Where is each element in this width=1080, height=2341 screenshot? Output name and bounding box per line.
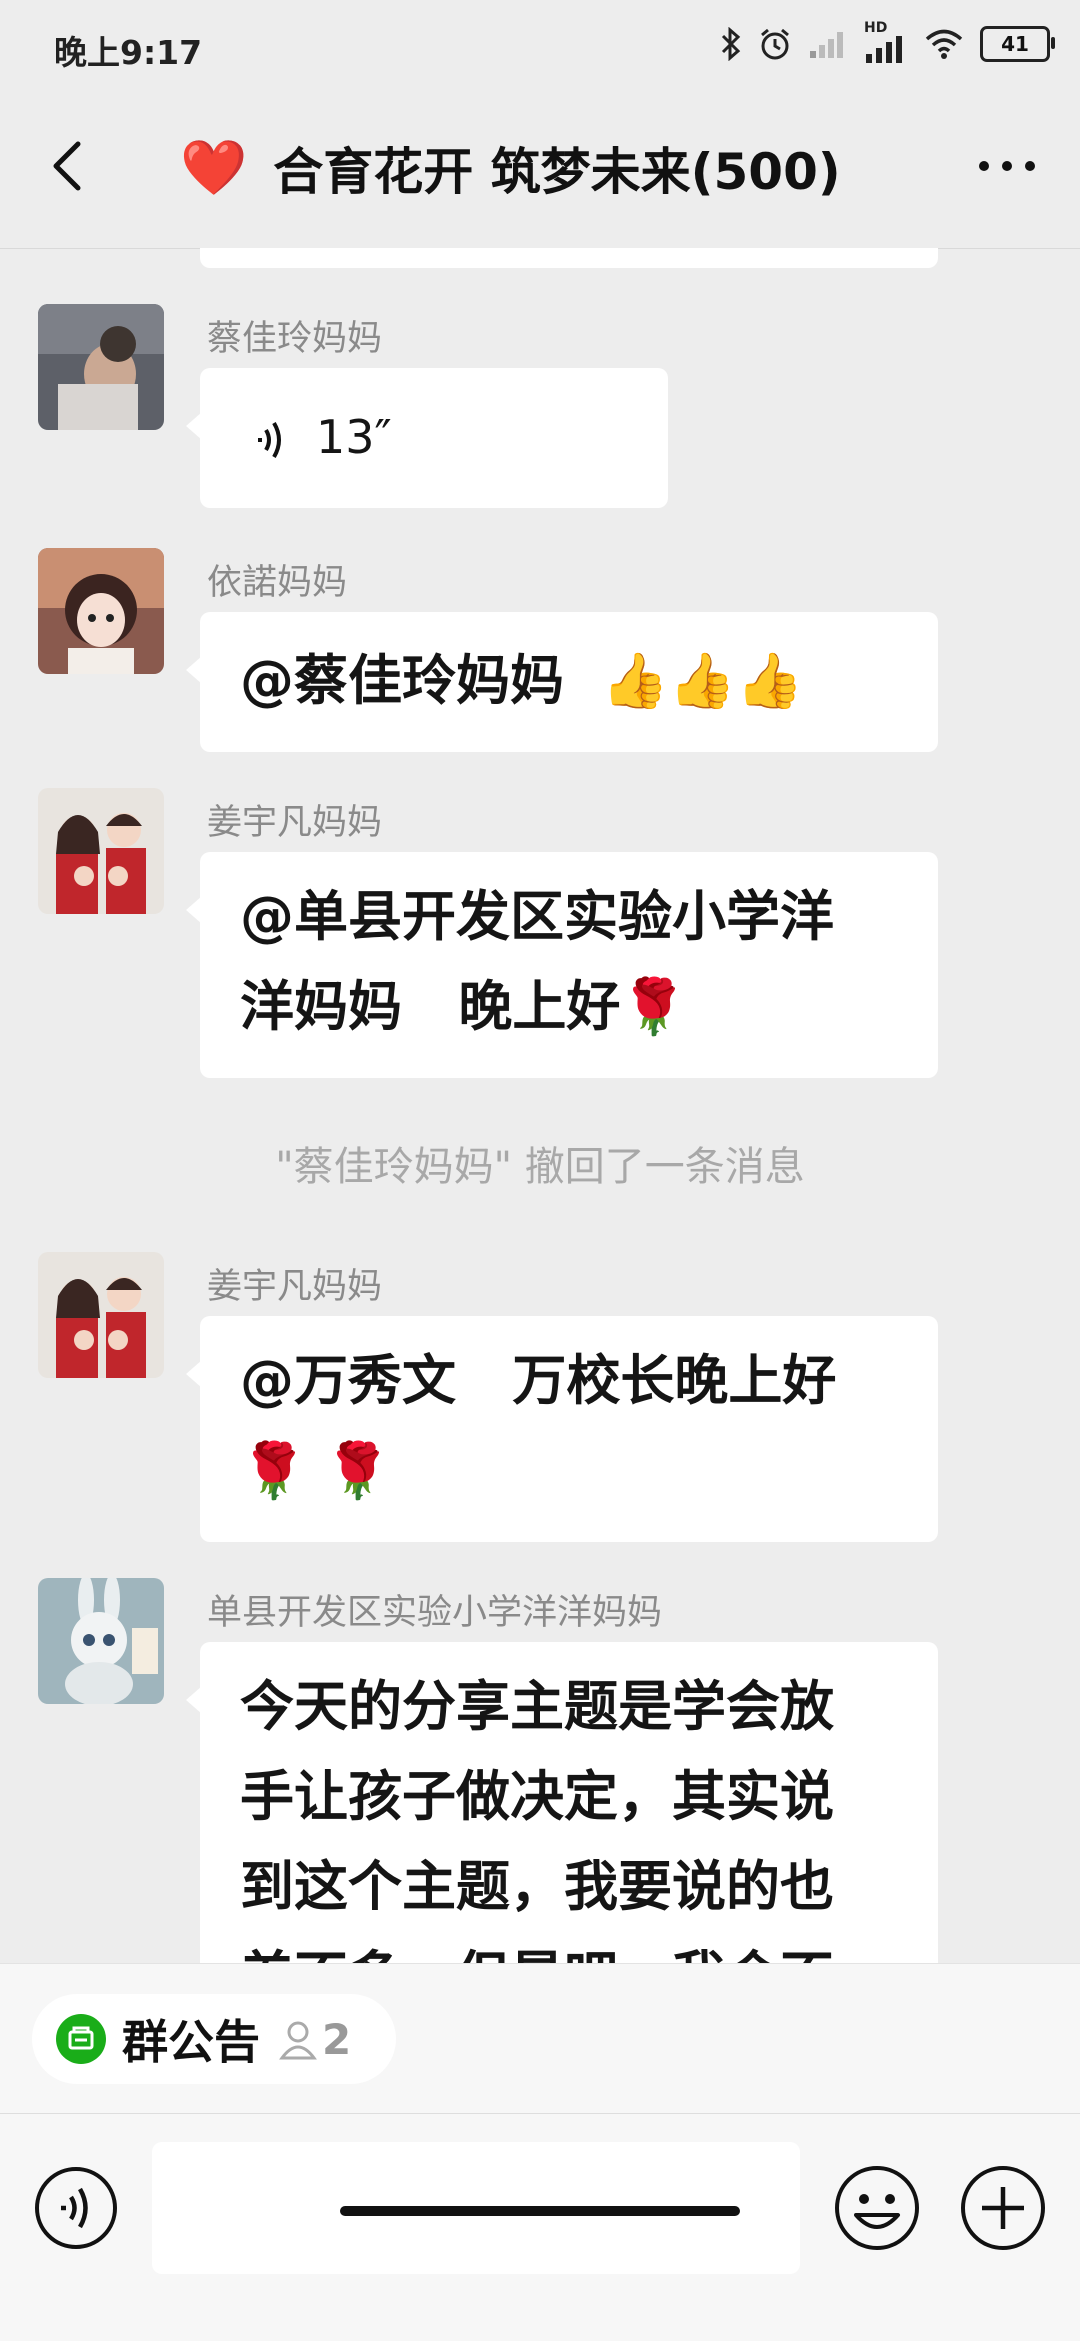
heart-emoji: ❤️ [180,136,248,199]
voice-input-icon[interactable] [33,2165,119,2251]
avatar[interactable] [38,304,164,430]
plus-icon[interactable] [958,2163,1048,2253]
status-icons: HD 41 [720,20,1055,66]
message-line: @万秀文 万校长晚上好 [240,1349,837,1412]
chat-header: ❤️ 合育花开 筑梦未来(500) [0,90,1080,249]
signal-weak-icon [810,32,843,58]
signal-icon: HD [864,20,908,64]
more-icon[interactable] [972,146,1042,186]
notice-label: 群公告 [122,2015,260,2069]
bluetooth-icon [721,27,741,61]
alarm-icon [761,28,789,60]
mention-text: @蔡佳玲妈妈 [240,649,602,712]
avatar[interactable] [38,1578,164,1704]
avatar[interactable] [38,548,164,674]
battery-icon: 41 [980,26,1055,62]
message-line: 差不多，但是吧，我会不 [240,1932,834,1963]
message-text: @单县开发区实验小学洋 洋妈妈 晚上好🌹 [240,872,834,1052]
text-message-bubble[interactable]: @单县开发区实验小学洋 洋妈妈 晚上好🌹 [186,852,938,1078]
message-line: 到这个主题，我要说的也 [240,1855,834,1918]
sender-name: 蔡佳玲妈妈 [207,319,383,359]
voice-duration: 13″ [316,410,392,464]
wifi-icon [925,29,963,59]
message-line-with-emoji: 洋妈妈 晚上好🌹 [240,962,834,1052]
previous-message-bubble[interactable] [200,248,938,268]
message-text: @蔡佳玲妈妈 👍👍👍 [240,636,803,726]
chat-title: ❤️ 合育花开 筑梦未来(500) [180,132,841,204]
voice-wave-icon [258,421,281,459]
input-bar [0,2113,1080,2341]
home-indicator[interactable] [340,2206,740,2216]
status-time: 晚上9:17 [54,33,203,72]
back-icon[interactable] [40,136,100,196]
rose-emoji: 🌹 🌹 [240,1439,392,1502]
group-title: 合育花开 筑梦未来(500) [273,143,841,201]
avatar[interactable] [38,1252,164,1378]
user-icon [279,2021,317,2060]
notice-icon [56,2014,106,2064]
message-text: 今天的分享主题是学会放手让孩子做决定，其实说到这个主题，我要说的也差不多，但是吧… [240,1662,834,1963]
message-line: 手让孩子做决定，其实说 [240,1765,834,1828]
chat-area[interactable]: 蔡佳玲妈妈 13″ 依諾妈妈 @蔡佳玲妈妈 👍👍👍 姜宇凡妈妈 @单县开发区实验… [0,248,1080,1963]
voice-message-bubble[interactable]: 13″ [186,368,668,508]
avatar[interactable] [38,788,164,914]
emoji-icon[interactable] [832,2163,922,2253]
thumbs-up-emoji: 👍👍👍 [601,649,804,712]
text-message-bubble[interactable]: 今天的分享主题是学会放手让孩子做决定，其实说到这个主题，我要说的也差不多，但是吧… [186,1642,938,1963]
message-line: 洋妈妈 晚上好 [240,975,621,1038]
text-message-bubble[interactable]: @万秀文 万校长晚上好 🌹 🌹 [186,1316,938,1542]
battery-level: 41 [1001,32,1029,56]
system-message: "蔡佳玲妈妈" 撤回了一条消息 [275,1144,805,1190]
group-notice-button[interactable]: 群公告 2 [32,1994,396,2084]
sender-name: 姜宇凡妈妈 [207,1267,383,1307]
message-line: @单县开发区实验小学洋 [240,885,834,948]
notice-count: 2 [322,2014,352,2064]
group-notice-bar: 群公告 2 [0,1963,1080,2114]
rose-emoji: 🌹 [620,975,688,1038]
sender-name: 依諾妈妈 [207,563,348,603]
sender-name: 单县开发区实验小学洋洋妈妈 [207,1593,663,1633]
sender-name: 姜宇凡妈妈 [207,803,383,843]
status-bar: 晚上9:17 HD 41 [0,0,1080,90]
message-line: 今天的分享主题是学会放 [240,1675,834,1738]
text-message-bubble[interactable]: @蔡佳玲妈妈 👍👍👍 [186,612,938,752]
message-text: @万秀文 万校长晚上好 🌹 🌹 [240,1336,836,1516]
